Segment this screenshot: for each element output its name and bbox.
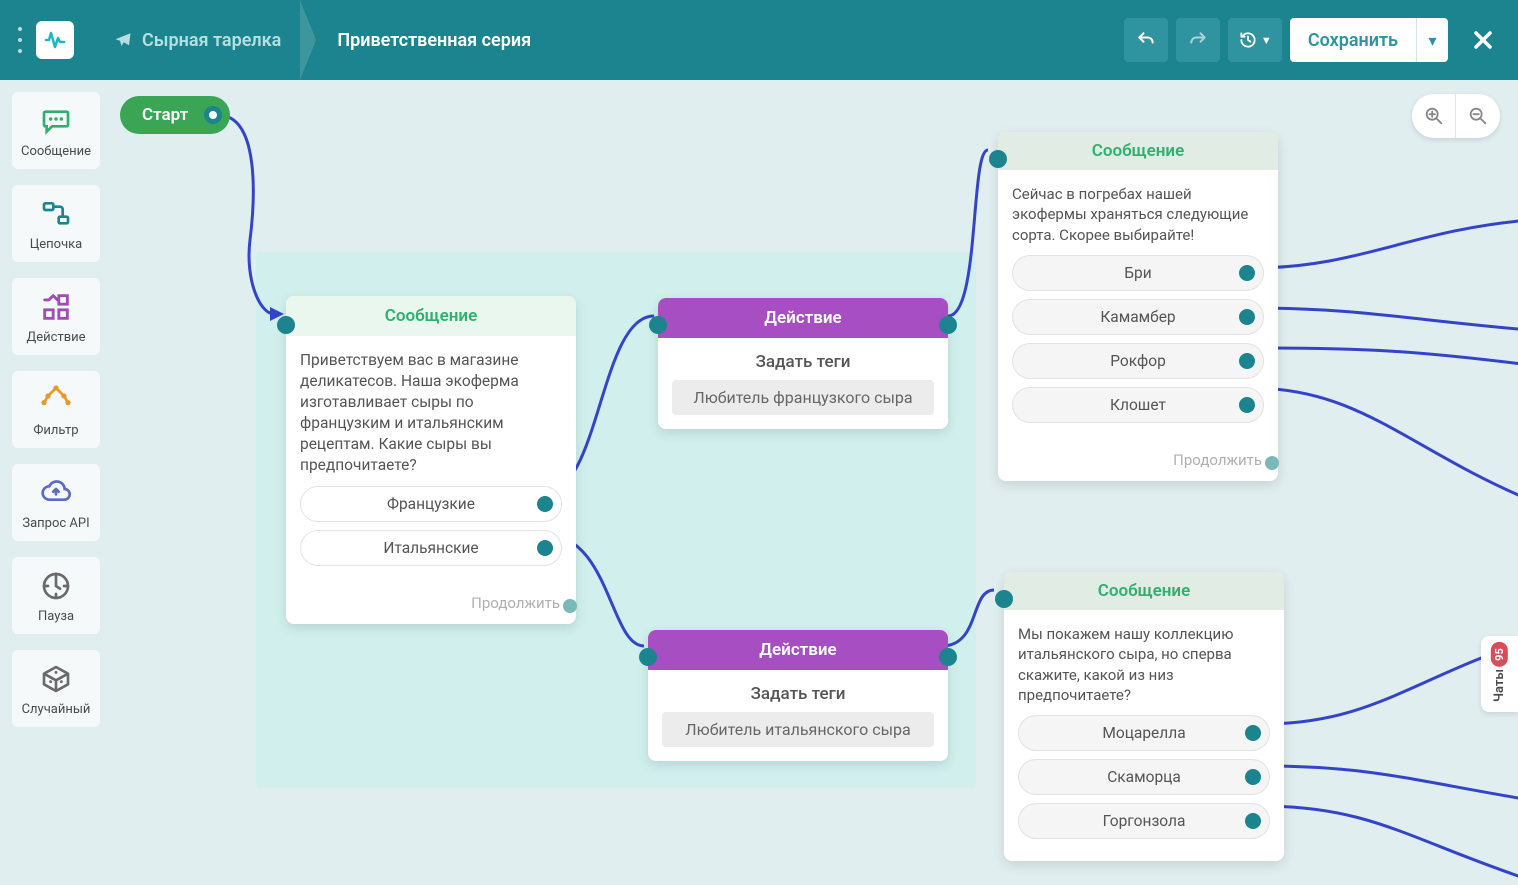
api-icon (39, 476, 73, 510)
tool-filter[interactable]: Фильтр (12, 371, 100, 448)
save-button[interactable]: Сохранить (1290, 18, 1416, 62)
option-gorgonzola[interactable]: Горгонзола (1018, 803, 1270, 839)
zoom-controls (1412, 94, 1500, 138)
continue-port-row[interactable]: Продолжить (286, 588, 576, 624)
redo-button[interactable] (1176, 18, 1220, 62)
tool-message[interactable]: Сообщение (12, 92, 100, 169)
option-port[interactable] (1239, 353, 1255, 369)
message-icon (39, 104, 73, 138)
node-message-1[interactable]: Сообщение Приветствуем вас в магазине де… (286, 296, 576, 624)
option-port[interactable] (1245, 769, 1261, 785)
node-text: Мы покажем нашу коллекцию итальянского с… (1018, 624, 1270, 705)
option-french[interactable]: Французкие (300, 486, 562, 522)
zoom-in-button[interactable] (1412, 94, 1456, 138)
option-port[interactable] (537, 540, 553, 556)
chats-label: Чаты (1492, 669, 1507, 702)
node-text: Сейчас в погребах нашей экофермы хранять… (1012, 184, 1264, 245)
option-italian[interactable]: Итальянские (300, 530, 562, 566)
tool-chain[interactable]: Цепочка (12, 185, 100, 262)
option-port[interactable] (1245, 725, 1261, 741)
option-port[interactable] (1245, 813, 1261, 829)
breadcrumb-sep-icon (301, 0, 317, 80)
option-cloche[interactable]: Клошет (1012, 387, 1264, 423)
port-out[interactable] (939, 316, 957, 334)
tool-api[interactable]: Запрос API (12, 464, 100, 541)
option-port[interactable] (537, 496, 553, 512)
breadcrumb-flow[interactable]: Приветственная серия (317, 0, 551, 80)
flow-canvas[interactable]: Старт Сообщение Приветствуем вас в магаз… (110, 80, 1518, 885)
close-button[interactable] (1466, 23, 1500, 57)
start-node[interactable]: Старт (120, 96, 230, 134)
port-in[interactable] (277, 316, 295, 334)
node-header: Действие (648, 630, 948, 670)
zoom-out-button[interactable] (1456, 94, 1500, 138)
action-icon (39, 290, 73, 324)
pause-icon (39, 569, 73, 603)
option-roquefort[interactable]: Рокфор (1012, 343, 1264, 379)
port-in[interactable] (989, 150, 1007, 168)
option-port[interactable] (1239, 309, 1255, 325)
continue-port-row[interactable]: Продолжить (998, 445, 1278, 481)
option-port[interactable] (1239, 397, 1255, 413)
pulse-icon (43, 28, 67, 52)
save-options-button[interactable]: ▾ (1416, 18, 1448, 62)
tool-sidebar: Сообщение Цепочка Действие Фильтр Запрос… (12, 92, 100, 727)
node-header: Сообщение (286, 296, 576, 336)
telegram-icon (114, 31, 132, 49)
chats-badge: 95 (1491, 642, 1508, 667)
redo-icon (1188, 30, 1208, 50)
history-button[interactable]: ▼ (1228, 18, 1282, 62)
chain-icon (39, 197, 73, 231)
port-in[interactable] (649, 316, 667, 334)
node-header: Сообщение (1004, 572, 1284, 610)
node-message-2[interactable]: Сообщение Сейчас в погребах нашей экофер… (998, 132, 1278, 481)
port-in[interactable] (995, 590, 1013, 608)
tag-chip: Любитель французкого сыра (672, 380, 934, 415)
breadcrumb-bot[interactable]: Сырная тарелка (94, 0, 301, 80)
dice-icon (39, 662, 73, 696)
node-subtitle: Задать теги (662, 684, 934, 704)
port-in[interactable] (639, 648, 657, 666)
history-icon (1238, 30, 1258, 50)
port-out[interactable] (939, 648, 957, 666)
option-port[interactable] (1239, 265, 1255, 281)
node-header: Действие (658, 298, 948, 338)
node-text: Приветствуем вас в магазине деликатесов.… (300, 350, 562, 476)
undo-button[interactable] (1124, 18, 1168, 62)
node-subtitle: Задать теги (672, 352, 934, 372)
option-camembert[interactable]: Камамбер (1012, 299, 1264, 335)
option-scamorza[interactable]: Скаморца (1018, 759, 1270, 795)
node-header: Сообщение (998, 132, 1278, 170)
filter-icon (39, 383, 73, 417)
option-brie[interactable]: Бри (1012, 255, 1264, 291)
drag-handle-icon[interactable] (18, 27, 26, 53)
close-icon (1471, 28, 1495, 52)
tool-random[interactable]: Случайный (12, 650, 100, 727)
app-logo[interactable] (36, 21, 74, 59)
tool-action[interactable]: Действие (12, 278, 100, 355)
node-action-1[interactable]: Действие Задать теги Любитель французког… (658, 298, 948, 429)
start-out-port[interactable] (204, 106, 222, 124)
chats-tab[interactable]: 95 Чаты (1481, 636, 1518, 712)
zoom-in-icon (1423, 105, 1445, 127)
node-action-2[interactable]: Действие Задать теги Любитель итальянско… (648, 630, 948, 761)
tool-pause[interactable]: Пауза (12, 557, 100, 634)
node-message-3[interactable]: Сообщение Мы покажем нашу коллекцию итал… (1004, 572, 1284, 861)
app-header: Сырная тарелка Приветственная серия ▼ Со… (0, 0, 1518, 80)
option-mozzarella[interactable]: Моцарелла (1018, 715, 1270, 751)
zoom-out-icon (1467, 105, 1489, 127)
tag-chip: Любитель итальянского сыра (662, 712, 934, 747)
undo-icon (1136, 30, 1156, 50)
